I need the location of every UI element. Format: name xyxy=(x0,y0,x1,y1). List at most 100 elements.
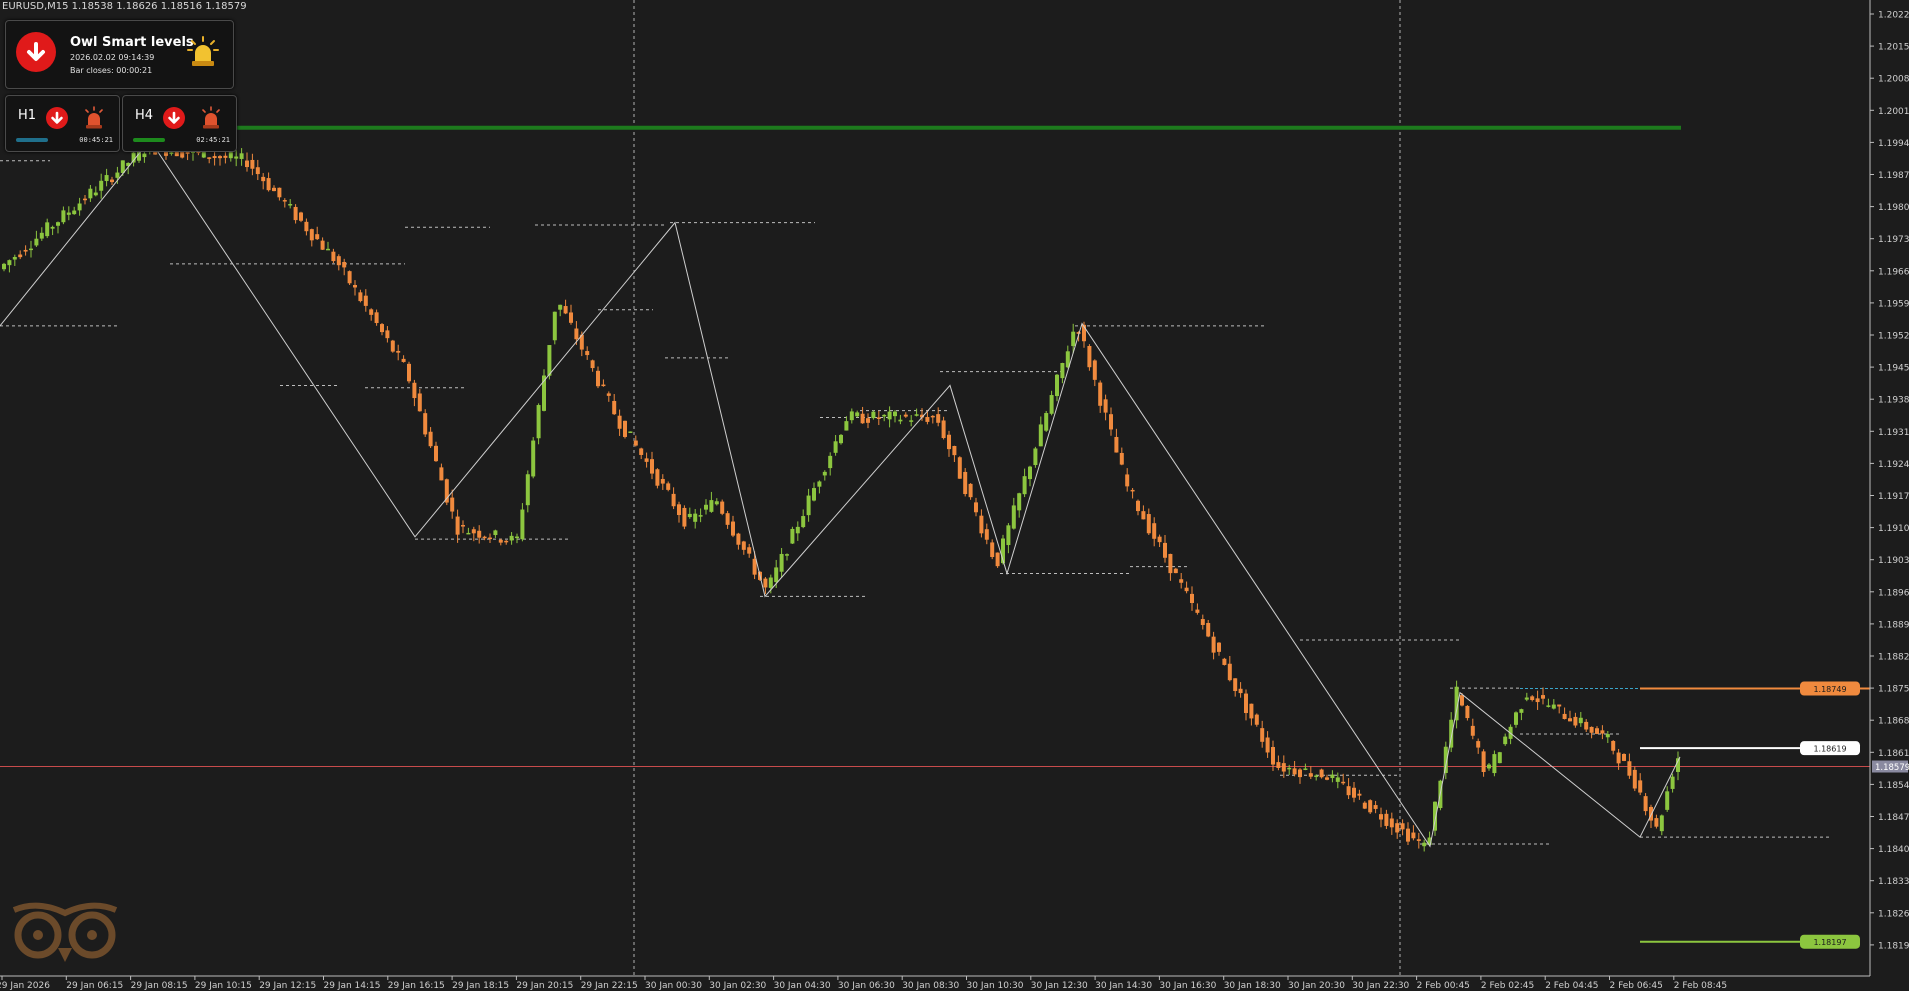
candle-body xyxy=(482,536,487,539)
candle-body xyxy=(1200,619,1205,625)
candle-body xyxy=(1006,525,1011,546)
price-tick-label: 1.19800 xyxy=(1878,203,1909,213)
candle-body xyxy=(1654,818,1659,827)
candle-body xyxy=(812,488,816,501)
candle-body xyxy=(1179,579,1184,583)
candle-body xyxy=(1146,514,1151,534)
time-tick-label: 29 Jan 06:15 xyxy=(66,981,123,991)
candle-body xyxy=(1638,780,1643,793)
candle-body xyxy=(531,440,536,477)
candle-body xyxy=(498,539,503,543)
candle-body xyxy=(1260,728,1265,742)
time-tick-label: 30 Jan 10:30 xyxy=(967,981,1024,991)
candle-body xyxy=(93,192,98,196)
price-chart[interactable]: 1.20220 1.20150 1.20080 1.20010 1.19940 1.198… xyxy=(0,0,1909,991)
alarm-beacon-icon[interactable] xyxy=(82,106,106,130)
candle-body xyxy=(1136,500,1140,512)
candle-body xyxy=(1643,796,1648,812)
candle-body xyxy=(844,421,849,431)
candle-body xyxy=(590,360,595,369)
candle-body xyxy=(390,340,395,352)
owl-pupil-right xyxy=(87,930,97,940)
candle-body xyxy=(1557,704,1562,707)
panel-datetime: 2026.02.02 09:14:39 xyxy=(70,53,155,62)
candle-body xyxy=(682,507,687,527)
candle-body xyxy=(1163,542,1167,558)
candle-body xyxy=(1233,678,1238,692)
chart-grid xyxy=(0,0,1830,976)
candle-body xyxy=(1616,752,1621,764)
candle-body xyxy=(930,415,935,418)
price-tick-label: 1.19030 xyxy=(1878,556,1909,566)
price-tick-label: 1.20080 xyxy=(1878,75,1909,85)
price-tick-label: 1.18400 xyxy=(1878,845,1909,855)
h1-timeframe-panel[interactable]: H1 00:45:21 xyxy=(5,95,120,152)
candle-body xyxy=(1227,663,1232,681)
candle-body xyxy=(731,521,735,536)
candle-body xyxy=(29,248,33,251)
price-tick-label: 1.18890 xyxy=(1878,620,1909,630)
time-tick-label: 30 Jan 22:30 xyxy=(1352,981,1409,991)
candle-body xyxy=(1524,697,1529,700)
candle-body xyxy=(234,156,239,159)
candle-body xyxy=(1244,693,1248,714)
candle-body xyxy=(34,238,39,246)
candle-body xyxy=(1028,466,1032,480)
candle-body xyxy=(45,222,50,237)
owl-logo-icon xyxy=(12,902,118,962)
candle-body xyxy=(774,567,779,583)
candle-body xyxy=(450,497,455,512)
h4-timeframe-panel[interactable]: H4 02:45:21 xyxy=(122,95,237,152)
bar-closes-text: Bar closes: 00:00:21 xyxy=(70,66,153,75)
candle-body xyxy=(1503,736,1508,745)
down-arrow-icon xyxy=(16,32,56,72)
down-arrow-icon xyxy=(163,107,185,129)
price-tick-label: 1.19170 xyxy=(1878,492,1909,502)
candle-body xyxy=(455,516,460,535)
candle-body xyxy=(1011,505,1016,529)
owl-smart-levels-panel[interactable]: Owl Smart levels 2026.02.02 09:14:39 Bar… xyxy=(5,20,234,89)
candle-body xyxy=(628,431,633,433)
candle-body xyxy=(1190,593,1194,603)
candle-body xyxy=(110,179,114,183)
price-tick-label: 1.18190 xyxy=(1878,941,1909,951)
candle-body xyxy=(1551,704,1556,709)
candle-body xyxy=(1562,713,1567,719)
candle-body xyxy=(1092,360,1097,380)
candle-body xyxy=(212,156,217,159)
candle-body xyxy=(520,509,525,540)
candle-body xyxy=(142,153,147,158)
alarm-beacon-icon[interactable] xyxy=(186,35,220,69)
h4-label: H4 xyxy=(135,108,154,123)
price-tick-label: 1.18680 xyxy=(1878,717,1909,727)
candle-body xyxy=(1416,839,1421,841)
candle-body xyxy=(104,175,109,182)
alarm-beacon-icon[interactable] xyxy=(199,106,223,130)
candle-body xyxy=(1346,786,1351,796)
candle-body xyxy=(50,226,55,229)
time-tick-label: 30 Jan 02:30 xyxy=(709,981,766,991)
white-level-label: 1.18619 xyxy=(1813,745,1846,754)
candle-body xyxy=(720,501,725,514)
candle-body xyxy=(1389,818,1394,828)
candle-body xyxy=(947,434,951,450)
candle-body xyxy=(396,350,401,353)
price-tick-label: 1.19310 xyxy=(1878,428,1909,438)
candle-body xyxy=(839,434,843,444)
candle-body xyxy=(261,176,266,182)
candle-body xyxy=(936,414,941,423)
candle-body xyxy=(1206,622,1211,637)
time-tick-label: 30 Jan 08:30 xyxy=(902,981,959,991)
candle-body xyxy=(239,153,244,159)
candle-body xyxy=(1611,740,1616,751)
price-tick-label: 1.18540 xyxy=(1878,781,1909,791)
candle-body xyxy=(1578,717,1583,724)
candle-body xyxy=(1325,777,1329,780)
candle-body xyxy=(434,445,438,462)
candle-body xyxy=(1017,493,1022,511)
candle-body xyxy=(466,532,471,535)
candle-body xyxy=(574,328,579,340)
h4-progress-bar xyxy=(133,138,165,142)
chart-axes: 1.20220 1.20150 1.20080 1.20010 1.19940 1.198… xyxy=(0,0,1909,991)
candle-body xyxy=(1119,452,1124,465)
